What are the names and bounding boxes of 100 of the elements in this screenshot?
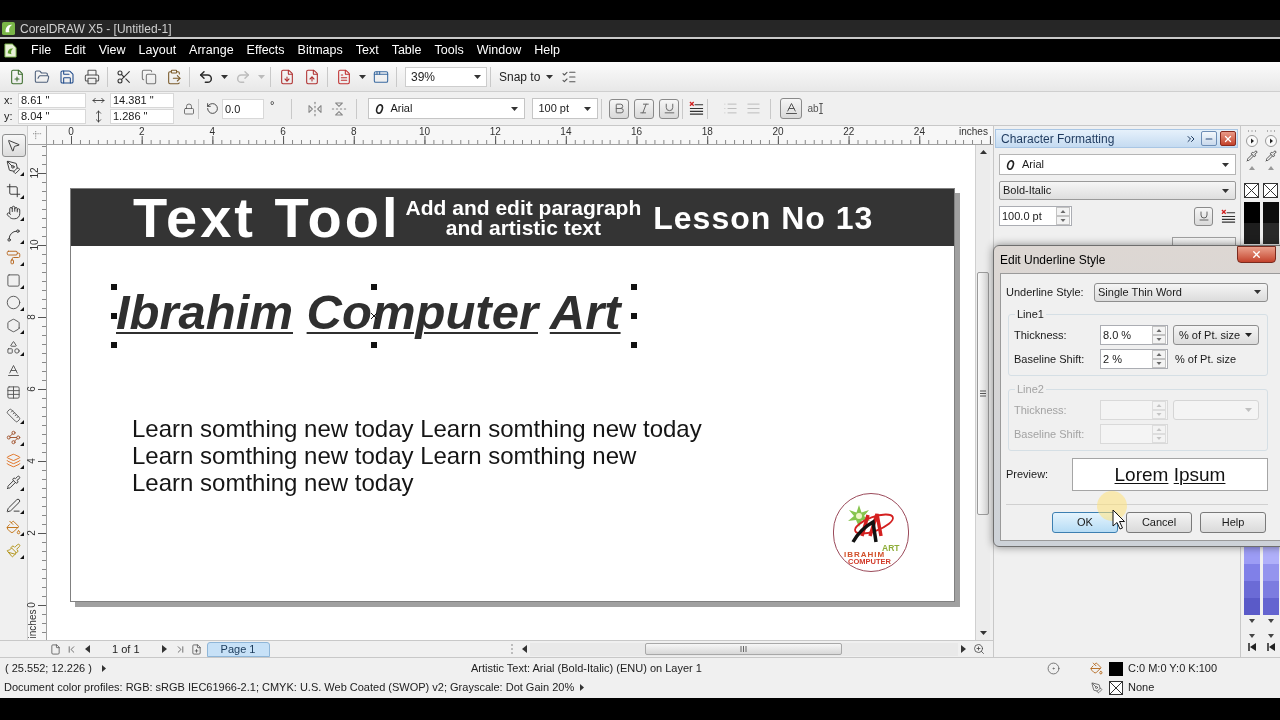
tool-button[interactable] [1, 134, 26, 157]
copy-icon[interactable] [140, 68, 157, 85]
font-dropdown[interactable]: Arial [368, 98, 526, 119]
page-tab[interactable]: Page 1 [206, 641, 270, 657]
pen-nib-icon[interactable] [1091, 681, 1103, 694]
color-swatch-icon[interactable] [1243, 564, 1260, 581]
fill-color-swatch-icon[interactable] [1109, 661, 1123, 676]
font-style-dropdown[interactable]: Bold-Italic [999, 181, 1236, 200]
scroll-right-icon[interactable] [960, 645, 966, 653]
number-field[interactable]: 100.0 pt [999, 206, 1072, 226]
paint-bucket-icon[interactable] [6, 520, 21, 536]
cut-icon[interactable] [115, 68, 132, 85]
splitter-dots-icon[interactable] [510, 644, 513, 654]
menu-item[interactable]: Table [391, 44, 422, 57]
previous-page-icon[interactable] [85, 645, 90, 653]
color-swatch-icon[interactable] [1262, 598, 1279, 615]
first-item-icon[interactable] [1247, 643, 1256, 651]
spin-arrows-icon[interactable] [1056, 207, 1070, 225]
menu-item[interactable]: Bitmaps [297, 44, 343, 57]
unit-dropdown[interactable]: % of Pt. size [1173, 325, 1259, 345]
page-icon[interactable] [50, 643, 61, 655]
curve-icon[interactable] [6, 227, 21, 243]
y-field[interactable]: 8.04 " [18, 109, 86, 124]
pen-nib-icon[interactable] [6, 160, 21, 176]
dialog-button[interactable]: OK [1052, 512, 1118, 533]
ellipse-icon[interactable] [6, 295, 21, 311]
color-swatch-icon[interactable] [1243, 581, 1260, 598]
scroll-down-icon[interactable] [979, 631, 987, 635]
letter-icon[interactable] [6, 362, 21, 378]
dialog-button[interactable]: Help [1200, 512, 1266, 533]
color-swatch-icon[interactable] [1243, 202, 1260, 223]
scroll-down-icon[interactable] [1248, 619, 1255, 623]
eyedropper-icon[interactable] [1264, 150, 1277, 162]
spin-arrows-icon[interactable] [1152, 326, 1166, 344]
paste-icon[interactable] [165, 68, 182, 85]
caret-icon[interactable] [358, 74, 366, 79]
first-page-icon[interactable] [66, 643, 77, 655]
no-color-swatch-icon[interactable] [1244, 183, 1259, 198]
number-field[interactable]: 2 % [1100, 349, 1168, 369]
no-outline-swatch-icon[interactable] [1109, 680, 1123, 695]
zoom-icon[interactable] [972, 643, 985, 655]
scrollbar-thumb[interactable] [977, 272, 989, 515]
menu-item[interactable]: Edit [64, 44, 86, 57]
menu-item[interactable]: Window [476, 44, 522, 57]
flip-horizontal-icon[interactable] [307, 100, 324, 117]
pdf-document-icon[interactable] [335, 68, 352, 85]
color-swatch-icon[interactable] [1262, 223, 1279, 244]
close-icon[interactable] [1251, 249, 1262, 260]
pen-icon[interactable] [6, 497, 21, 513]
hexagon-icon[interactable] [6, 317, 21, 333]
scroll-up-icon[interactable] [979, 150, 987, 154]
caret-icon[interactable] [220, 74, 228, 79]
lines-cross-icon[interactable] [689, 101, 705, 116]
first-item-icon[interactable] [1266, 643, 1275, 651]
open-folder-icon[interactable] [33, 68, 50, 85]
color-swatch-icon[interactable] [1262, 547, 1279, 564]
height-field[interactable]: 1.286 " [110, 109, 174, 124]
ruler-icon[interactable] [6, 407, 21, 423]
spin-arrows-icon[interactable] [1152, 350, 1166, 368]
table-icon[interactable] [6, 385, 21, 401]
close-button[interactable] [1237, 246, 1276, 263]
rectangle-icon[interactable] [6, 272, 21, 288]
new-document-icon[interactable] [8, 68, 25, 85]
scroll-down-icon[interactable] [1267, 634, 1274, 638]
menu-item[interactable]: File [31, 44, 52, 57]
vertical-scrollbar[interactable] [975, 145, 990, 640]
menu-item[interactable]: Tools [434, 44, 464, 57]
menu-item[interactable]: Text [355, 44, 379, 57]
next-page-icon[interactable] [161, 645, 167, 653]
number-field[interactable]: 8.0 % [1100, 325, 1168, 345]
paragraph-text[interactable]: Learn somthing new today Learn somthing new today Learn somthing new today Learn somthing new Learn somthing new today [132, 415, 702, 496]
color-swatch-icon[interactable] [1262, 564, 1279, 581]
undo-icon[interactable] [197, 68, 214, 85]
target-icon[interactable] [1047, 662, 1060, 675]
font-size-dropdown[interactable]: 100 pt [532, 98, 599, 119]
scroll-down-icon[interactable] [1248, 634, 1255, 638]
scrollbar-thumb[interactable] [644, 643, 842, 655]
lines-cross-icon[interactable] [1221, 208, 1236, 224]
flip-vertical-icon[interactable] [331, 100, 348, 117]
layers-icon[interactable] [6, 452, 21, 468]
underline-toggle[interactable] [1194, 206, 1213, 226]
export-icon[interactable] [303, 68, 320, 85]
play-arrow-icon[interactable] [101, 665, 106, 672]
artistic-text[interactable]: Ibrahim Computer Art [116, 288, 621, 337]
width-field[interactable]: 14.381 " [110, 93, 174, 108]
hand-icon[interactable] [6, 205, 21, 221]
no-color-swatch-icon[interactable] [1263, 183, 1278, 198]
color-swatch-icon[interactable] [1243, 547, 1260, 564]
app-window-icon[interactable] [372, 68, 389, 85]
x-field[interactable]: 8.61 " [18, 93, 86, 108]
horizontal-scrollbar[interactable] [529, 642, 958, 656]
underline-icon[interactable] [1197, 210, 1210, 222]
menu-item[interactable]: Help [534, 44, 560, 57]
font-dropdown[interactable]: Arial [999, 154, 1236, 175]
scroll-left-icon[interactable] [521, 645, 527, 653]
document-icon[interactable] [4, 43, 17, 58]
connector-icon[interactable] [6, 430, 21, 446]
play-arrow-icon[interactable] [580, 684, 585, 691]
printer-icon[interactable] [83, 68, 100, 85]
save-icon[interactable] [58, 68, 75, 85]
